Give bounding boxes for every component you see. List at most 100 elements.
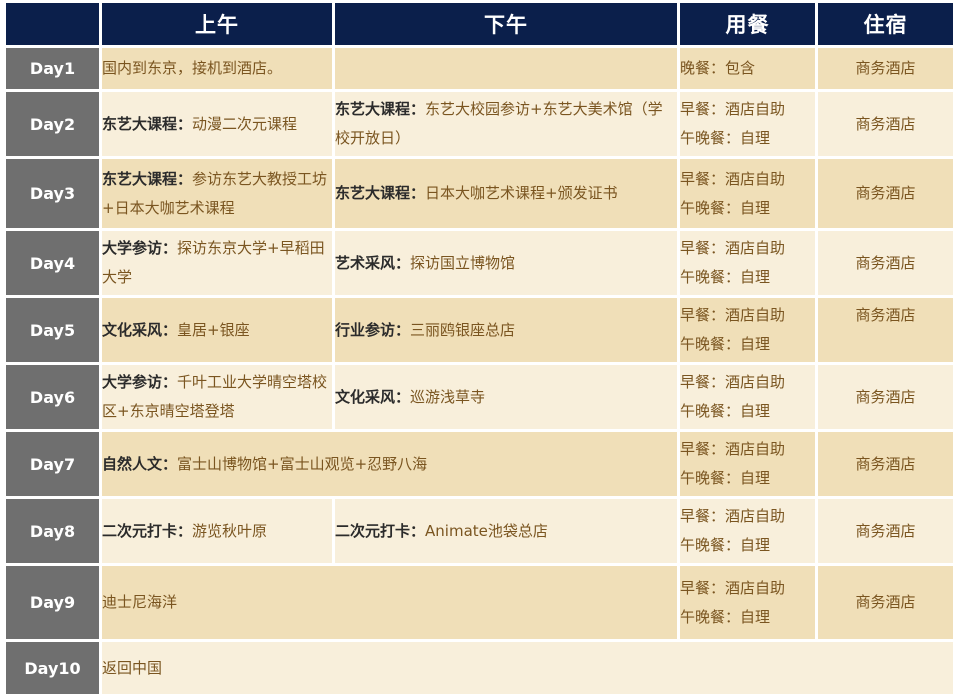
hotel-cell: 商务酒店 (815, 45, 955, 92)
morning-cell: 文化采风：皇居+银座 (99, 295, 335, 365)
morning-cell: 东艺大课程：参访东艺大教授工坊+日本大咖艺术课程 (99, 156, 335, 231)
activity-text: 三丽鸥银座总店 (410, 320, 516, 339)
hotel-cell: 商务酒店 (815, 89, 955, 159)
meal-line: 晚餐：包含 (680, 59, 756, 77)
meal-cell: 早餐：酒店自助 午晚餐：自理 (677, 156, 818, 231)
header-morning: 上午 (99, 0, 335, 48)
activity-text: 动漫二次元课程 (192, 114, 298, 133)
meal-line: 早餐：酒店自助 (680, 306, 786, 324)
hotel-cell: 商务酒店 (815, 295, 955, 365)
activity-text: 巡游浅草寺 (410, 387, 486, 406)
hotel-cell: 商务酒店 (815, 156, 955, 231)
meal-line: 午晚餐：自理 (680, 129, 771, 147)
itinerary-table: 上午 下午 用餐 住宿 Day1 国内到东京，接机到酒店。 晚餐：包含 商务酒店… (3, 0, 955, 697)
header-meals: 用餐 (677, 0, 818, 48)
activity-tag: 东艺大课程： (102, 114, 193, 133)
meal-line: 早餐：酒店自助 (680, 373, 786, 391)
meal-line: 早餐：酒店自助 (680, 578, 786, 597)
day-label: Day9 (3, 563, 102, 642)
table-row: Day6 大学参访：千叶工业大学晴空塔校区+东京晴空塔登塔 文化采风：巡游浅草寺… (3, 362, 955, 432)
header-afternoon: 下午 (332, 0, 680, 48)
activity-tag: 二次元打卡： (335, 521, 426, 540)
meal-cell: 早餐：酒店自助 午晚餐：自理 (677, 362, 818, 432)
meal-line: 午晚餐：自理 (680, 607, 771, 626)
activity-tag: 行业参访： (335, 320, 411, 339)
activity-text: Animate池袋总店 (425, 521, 548, 540)
table-row: Day9 迪士尼海洋 早餐：酒店自助 午晚餐：自理 商务酒店 (3, 563, 955, 642)
morning-cell: 东艺大课程：动漫二次元课程 (99, 89, 335, 159)
morning-cell: 国内到东京，接机到酒店。 (99, 45, 335, 92)
meal-line: 午晚餐：自理 (680, 198, 771, 217)
activity-text: 探访国立博物馆 (410, 253, 516, 272)
table-row: Day4 大学参访：探访东京大学+早稻田大学 艺术采风：探访国立博物馆 早餐：酒… (3, 228, 955, 298)
afternoon-cell: 东艺大课程：东艺大校园参访+东艺大美术馆（学校开放日） (332, 89, 680, 159)
morning-cell: 大学参访：探访东京大学+早稻田大学 (99, 228, 335, 298)
day-label: Day10 (3, 639, 102, 697)
activity-tag: 大学参访： (102, 239, 178, 257)
meal-cell: 早餐：酒店自助 午晚餐：自理 (677, 496, 818, 566)
afternoon-cell: 文化采风：巡游浅草寺 (332, 362, 680, 432)
afternoon-cell (332, 45, 680, 92)
hotel-cell: 商务酒店 (815, 228, 955, 298)
meal-cell: 晚餐：包含 (677, 45, 818, 92)
meal-cell: 早餐：酒店自助 午晚餐：自理 (677, 295, 818, 365)
day-label: Day8 (3, 496, 102, 566)
full-day-cell: 自然人文：富士山博物馆+富士山观览+忍野八海 (99, 429, 680, 499)
full-day-cell: 返回中国 (99, 639, 955, 697)
hotel-cell: 商务酒店 (815, 563, 955, 642)
activity-text: 富士山博物馆+富士山观览+忍野八海 (177, 454, 428, 473)
activity-tag: 东艺大课程： (335, 100, 426, 118)
activity-tag: 艺术采风： (335, 253, 411, 272)
activity-text: 迪士尼海洋 (102, 593, 178, 611)
activity-tag: 文化采风： (335, 387, 411, 406)
meal-cell: 早餐：酒店自助 午晚餐：自理 (677, 89, 818, 159)
activity-text: 游览秋叶原 (192, 521, 268, 540)
day-label: Day2 (3, 89, 102, 159)
day-label: Day1 (3, 45, 102, 92)
day-label: Day7 (3, 429, 102, 499)
activity-tag: 东艺大课程： (102, 169, 193, 188)
day-label: Day3 (3, 156, 102, 231)
activity-text: 皇居+银座 (177, 320, 250, 339)
day-label: Day6 (3, 362, 102, 432)
table-row: Day7 自然人文：富士山博物馆+富士山观览+忍野八海 早餐：酒店自助 午晚餐：自… (3, 429, 955, 499)
meal-line: 午晚餐：自理 (680, 536, 771, 554)
meal-cell: 早餐：酒店自助 午晚餐：自理 (677, 228, 818, 298)
table-row: Day5 文化采风：皇居+银座 行业参访：三丽鸥银座总店 早餐：酒店自助 午晚餐：… (3, 295, 955, 365)
afternoon-cell: 二次元打卡：Animate池袋总店 (332, 496, 680, 566)
activity-text: 日本大咖艺术课程+颁发证书 (425, 184, 618, 202)
table-row: Day10 返回中国 (3, 639, 955, 697)
meal-cell: 早餐：酒店自助 午晚餐：自理 (677, 563, 818, 642)
meal-line: 午晚餐：自理 (680, 402, 771, 420)
meal-line: 早餐：酒店自助 (680, 440, 786, 458)
header-row: 上午 下午 用餐 住宿 (3, 0, 955, 48)
activity-tag: 大学参访： (102, 373, 178, 391)
morning-cell: 二次元打卡：游览秋叶原 (99, 496, 335, 566)
table-row: Day1 国内到东京，接机到酒店。 晚餐：包含 商务酒店 (3, 45, 955, 92)
header-hotel: 住宿 (815, 0, 955, 48)
meal-line: 午晚餐：自理 (680, 268, 771, 286)
hotel-cell: 商务酒店 (815, 429, 955, 499)
activity-tag: 二次元打卡： (102, 521, 193, 540)
meal-line: 早餐：酒店自助 (680, 100, 786, 118)
meal-line: 午晚餐：自理 (680, 469, 771, 487)
full-day-cell: 迪士尼海洋 (99, 563, 680, 642)
table-row: Day2 东艺大课程：动漫二次元课程 东艺大课程：东艺大校园参访+东艺大美术馆（… (3, 89, 955, 159)
meal-line: 早餐：酒店自助 (680, 507, 786, 525)
activity-tag: 文化采风： (102, 320, 178, 339)
table-row: Day3 东艺大课程：参访东艺大教授工坊+日本大咖艺术课程 东艺大课程：日本大咖… (3, 156, 955, 231)
activity-tag: 东艺大课程： (335, 184, 426, 202)
activity-text: 返回中国 (102, 658, 163, 677)
meal-line: 早餐：酒店自助 (680, 239, 786, 257)
afternoon-cell: 艺术采风：探访国立博物馆 (332, 228, 680, 298)
meal-line: 早餐：酒店自助 (680, 169, 786, 188)
activity-text: 国内到东京，接机到酒店。 (102, 59, 283, 77)
meal-line: 午晚餐：自理 (680, 335, 771, 353)
meal-cell: 早餐：酒店自助 午晚餐：自理 (677, 429, 818, 499)
header-blank (3, 0, 102, 48)
day-label: Day4 (3, 228, 102, 298)
table-row: Day8 二次元打卡：游览秋叶原 二次元打卡：Animate池袋总店 早餐：酒店… (3, 496, 955, 566)
day-label: Day5 (3, 295, 102, 365)
morning-cell: 大学参访：千叶工业大学晴空塔校区+东京晴空塔登塔 (99, 362, 335, 432)
activity-tag: 自然人文： (102, 454, 178, 473)
